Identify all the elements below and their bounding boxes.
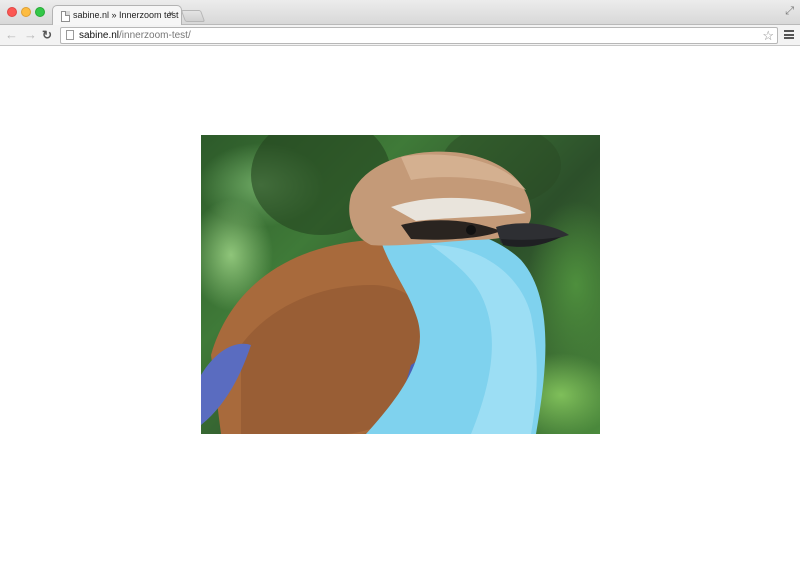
forward-arrow-icon[interactable]: → bbox=[24, 27, 37, 43]
window-titlebar: sabine.nl » Innerzoom test × ⤢ bbox=[0, 0, 800, 26]
reload-icon[interactable]: ↻ bbox=[42, 27, 52, 43]
window-close-button[interactable] bbox=[7, 7, 17, 17]
browser-tab-active[interactable]: sabine.nl » Innerzoom test × bbox=[52, 5, 182, 26]
page-icon bbox=[61, 11, 70, 22]
tab-title: sabine.nl » Innerzoom test bbox=[73, 10, 179, 20]
url-path: /innerzoom-test/ bbox=[119, 30, 191, 41]
new-tab-button[interactable] bbox=[180, 10, 206, 22]
window-zoom-button[interactable] bbox=[35, 7, 45, 17]
browser-toolbar: ← → ↻ sabine.nl/innerzoom-test/ ☆ bbox=[0, 25, 800, 46]
address-bar[interactable]: sabine.nl/innerzoom-test/ ☆ bbox=[60, 27, 778, 44]
back-arrow-icon[interactable]: ← bbox=[5, 27, 18, 43]
url-text[interactable]: sabine.nl/innerzoom-test/ bbox=[79, 30, 191, 42]
window-minimize-button[interactable] bbox=[21, 7, 31, 17]
star-icon[interactable]: ☆ bbox=[762, 28, 774, 43]
bird-illustration bbox=[201, 135, 569, 434]
url-domain: sabine.nl bbox=[79, 30, 120, 41]
zoom-image[interactable] bbox=[201, 135, 600, 434]
page-viewport bbox=[0, 47, 800, 571]
page-icon bbox=[66, 30, 74, 40]
tab-close-icon[interactable]: × bbox=[168, 9, 174, 21]
fullscreen-icon[interactable]: ⤢ bbox=[785, 5, 794, 17]
hamburger-menu-icon[interactable] bbox=[784, 30, 794, 39]
